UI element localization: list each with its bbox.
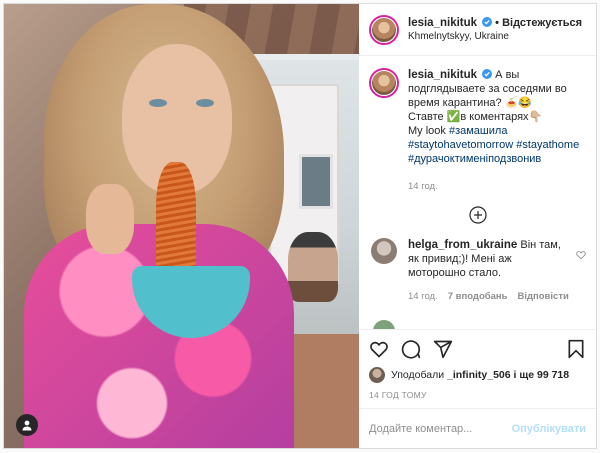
avatar[interactable] [369,68,399,98]
post-time[interactable]: 14 ГОД ТОМУ [369,390,586,400]
hashtag-link[interactable]: #staytohavetomorrow #stayathome [408,139,579,151]
likes-user-link[interactable]: _infinity_506 [447,369,511,381]
avatar[interactable] [371,238,397,264]
photo-man [288,232,338,302]
follow-button[interactable]: Відстежується [502,17,582,29]
likes-summary: Уподобали _infinity_506 і ще 99 718 [369,367,586,383]
location-link[interactable]: Khmelnytskyy, Ukraine [408,30,582,44]
photo-hand [86,184,134,254]
comment-time[interactable]: 14 год. [408,290,438,304]
likes-count-link[interactable]: і ще 99 718 [514,369,570,381]
user-tag-icon[interactable] [16,414,38,436]
comment-icon[interactable] [401,339,421,359]
comment-reply-button[interactable]: Відповісти [517,290,568,304]
caption-line: Ставте ✅в коментарях👇🏼 [408,111,543,123]
user-tag-icon-glyph [22,420,32,431]
avatar[interactable] [373,320,395,329]
caption-time[interactable]: 14 год. [408,180,586,194]
plus-circle-icon[interactable] [468,206,487,224]
comments-list[interactable]: lesia_nikituk А вы подглядываете за сосе… [359,56,596,329]
photo-eye [149,99,167,107]
username-link[interactable]: lesia_nikituk [408,17,477,29]
comment-item-partial [369,320,586,329]
hashtag-link[interactable]: #замашила [449,125,507,137]
post-modal: lesia_nikituk • Відстежується Khmelnytsk… [3,3,597,449]
photo-pasta [156,162,196,272]
comment-meta: 14 год. 7 вподобань Відповісти [408,290,572,304]
caption-emoji: 🍝😂 [504,97,533,109]
action-icons [369,338,586,360]
caption-text: lesia_nikituk А вы подглядываете за сосе… [408,68,586,194]
caption-line: My look [408,125,446,137]
bookmark-icon[interactable] [566,339,586,359]
header-text: lesia_nikituk • Відстежується Khmelnytsk… [408,16,583,44]
add-comment-bar: Опублікувати [359,408,596,448]
add-comment-input[interactable] [369,422,512,435]
username-link[interactable]: lesia_nikituk [408,69,477,81]
caption: lesia_nikituk А вы подглядываете за сосе… [369,68,586,194]
post-sidebar: lesia_nikituk • Відстежується Khmelnytsk… [359,4,596,448]
verified-icon [482,16,493,27]
heart-icon[interactable] [576,250,586,260]
comment-likes-link[interactable]: 7 вподобань [448,290,508,304]
hashtag-link[interactable]: #дурачоктименіподзвонив [408,153,541,165]
comment-item: helga_from_ukraine Він там, як привид;)!… [369,238,586,304]
likes-prefix: Уподобали [391,369,445,381]
publish-button[interactable]: Опублікувати [512,423,586,435]
photo-eye [196,99,214,107]
post-photo[interactable] [4,4,359,448]
share-icon[interactable] [433,339,453,359]
photo-house-window [299,154,333,209]
comment-username-link[interactable]: helga_from_ukraine [408,239,517,251]
avatar[interactable] [369,14,399,45]
post-header: lesia_nikituk • Відстежується Khmelnytsk… [359,4,596,56]
load-more-comments[interactable] [369,206,586,224]
comment-text: helga_from_ukraine Він там, як привид;)!… [408,238,572,304]
heart-icon[interactable] [369,339,389,359]
avatar[interactable] [369,367,385,383]
verified-icon [482,69,493,79]
action-bar: Уподобали _infinity_506 і ще 99 718 14 Г… [359,329,596,400]
